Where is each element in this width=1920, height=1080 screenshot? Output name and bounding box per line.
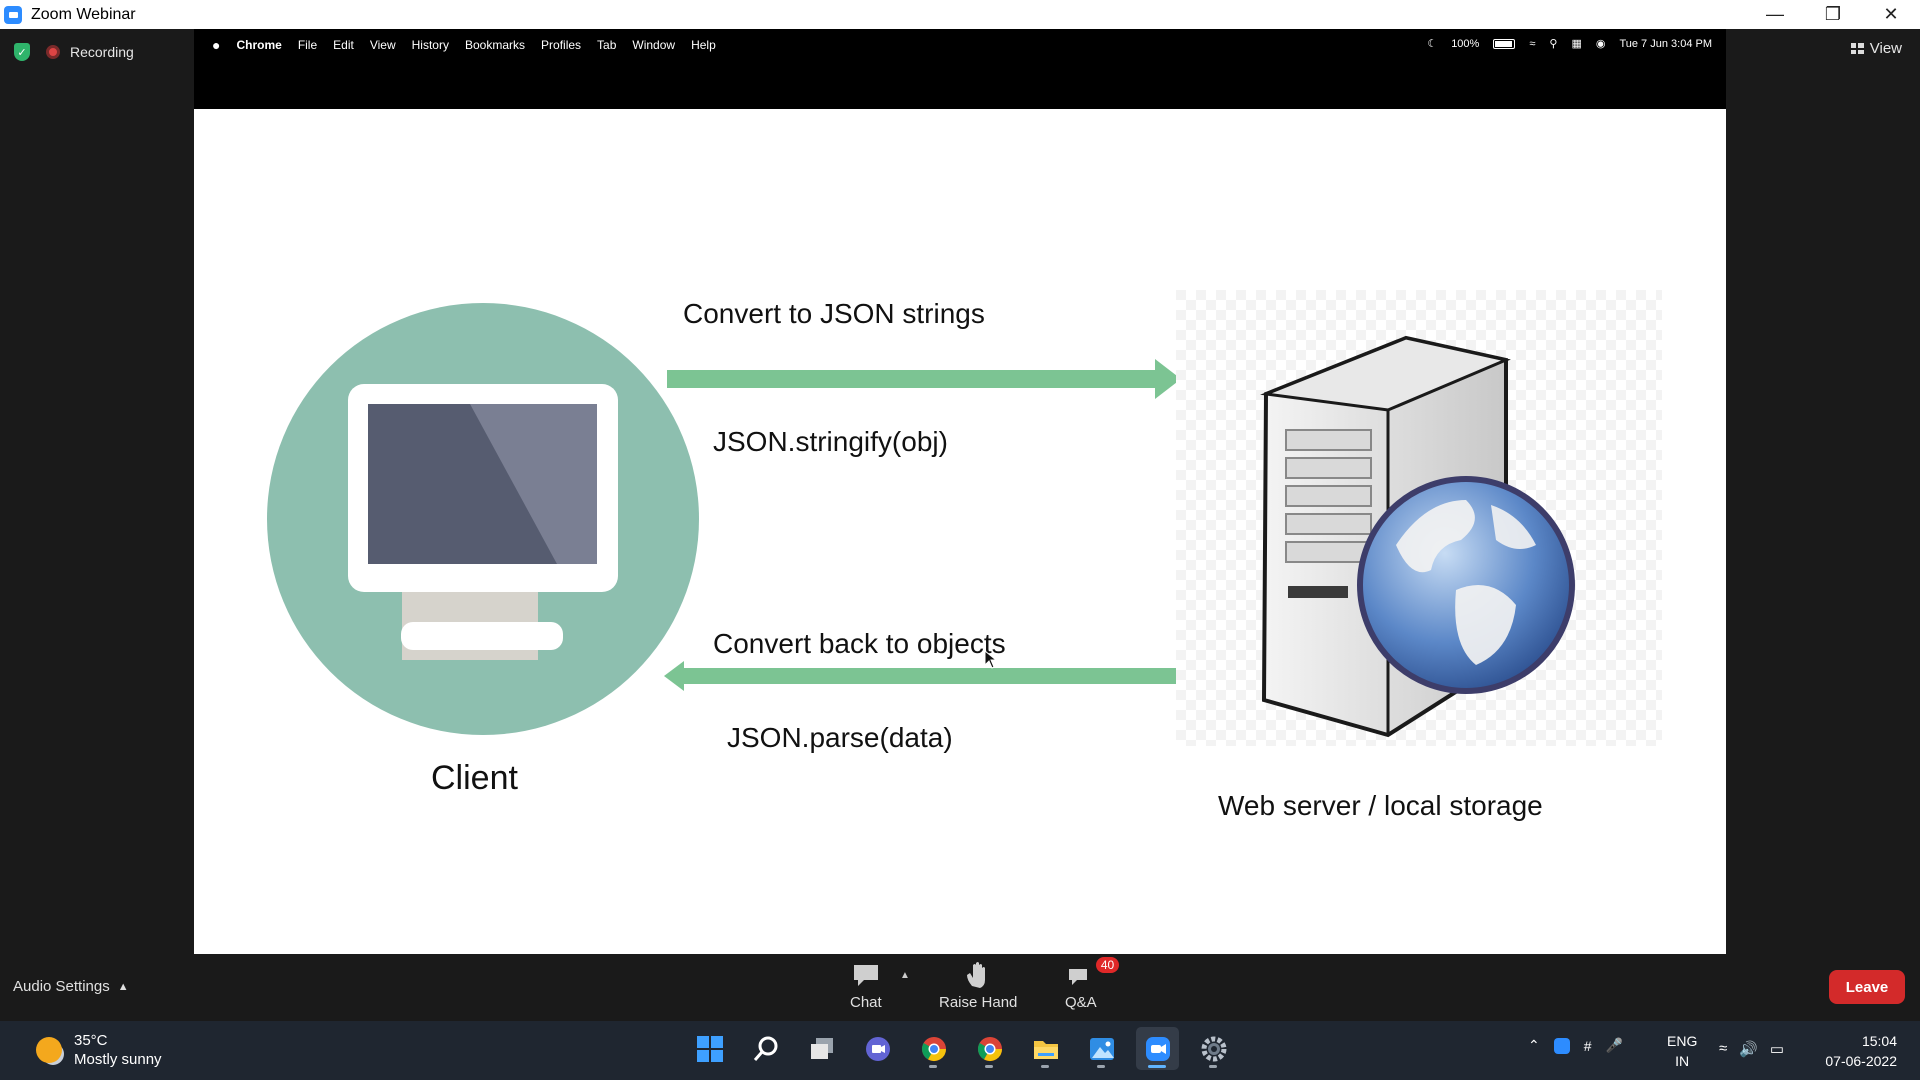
clock-date: 07-06-2022	[1825, 1053, 1897, 1069]
presentation-slide: Client Convert to JSON strings JSON.stri…	[194, 109, 1726, 954]
security-shield-icon[interactable]: ✓	[14, 43, 30, 61]
qa-button[interactable]: 40 Q&A	[1065, 957, 1120, 1011]
microphone-icon[interactable]: 🎤	[1606, 1037, 1623, 1054]
settings-icon[interactable]	[1192, 1027, 1235, 1070]
mac-menu-item: File	[297, 38, 318, 52]
start-icon[interactable]	[688, 1027, 731, 1070]
slack-tray-icon[interactable]: #	[1584, 1038, 1592, 1054]
to-server-code: JSON.stringify(obj)	[713, 426, 948, 457]
qa-label: Q&A	[1065, 994, 1097, 1011]
chevron-up-icon: ▲	[117, 980, 129, 993]
zoom-tray-icon[interactable]	[1553, 1037, 1570, 1054]
view-button[interactable]: View	[1850, 40, 1902, 57]
task-view-icon[interactable]	[800, 1027, 843, 1070]
teams-chat-icon[interactable]	[856, 1027, 899, 1070]
show-hidden-icons-chevron-icon[interactable]: ⌃	[1528, 1037, 1540, 1054]
chat-label: Chat	[850, 994, 882, 1011]
wifi-icon[interactable]: ≈	[1719, 1040, 1727, 1058]
volume-icon[interactable]: 🔊	[1739, 1040, 1758, 1058]
mac-menu-item: View	[369, 38, 396, 52]
weather-widget[interactable]: 35°C Mostly sunny	[36, 1031, 162, 1069]
photos-icon[interactable]	[1080, 1027, 1123, 1070]
mac-datetime: Tue 7 Jun 3:04 PM	[1619, 37, 1712, 50]
recording-dot-icon	[46, 45, 60, 59]
raise-hand-label: Raise Hand	[939, 994, 1018, 1011]
window-title: Zoom Webinar	[31, 5, 136, 23]
chat-bubble-icon	[851, 962, 881, 988]
zoom-icon[interactable]	[1136, 1027, 1179, 1070]
clock-time: 15:04	[1861, 1033, 1897, 1049]
chrome-profile-icon[interactable]	[968, 1027, 1011, 1070]
mac-menu-item: Chrome	[236, 38, 282, 52]
search-icon[interactable]	[744, 1027, 787, 1070]
mac-menu-item: Tab	[597, 38, 617, 52]
weather-temp: 35°C	[74, 1032, 108, 1049]
battery-tray-icon[interactable]: ▭	[1770, 1040, 1784, 1058]
audio-settings-label: Audio Settings	[13, 978, 110, 995]
mac-menu-item: Bookmarks	[464, 38, 526, 52]
leave-button[interactable]: Leave	[1829, 970, 1905, 1004]
mac-menu-item: Help	[691, 38, 716, 52]
mac-menu-item: History	[411, 38, 449, 52]
minimize-button[interactable]: —	[1746, 0, 1804, 29]
wifi-icon: ≈	[1529, 37, 1536, 50]
qa-count-badge: 40	[1095, 957, 1120, 973]
zoom-app-icon	[4, 5, 22, 24]
shared-screen: ● Chrome File Edit View History Bookmark…	[194, 29, 1726, 954]
mac-menu-item: Profiles	[541, 38, 582, 52]
restore-button[interactable]: ❐	[1804, 0, 1862, 29]
qa-icon: 40	[1066, 957, 1120, 988]
close-button[interactable]: ✕	[1862, 0, 1920, 29]
moon-icon: ☾	[1427, 38, 1438, 50]
language-indicator[interactable]: ENG IN	[1667, 1031, 1697, 1071]
to-server-caption: Convert to JSON strings	[683, 298, 985, 329]
language-region: IN	[1675, 1053, 1690, 1069]
spotlight-icon: ⚲	[1549, 38, 1558, 50]
mouse-cursor-icon	[985, 651, 997, 669]
apple-icon: ●	[212, 37, 221, 53]
weather-sun-icon	[36, 1037, 62, 1063]
client-computer-icon	[267, 303, 699, 735]
to-client-code: JSON.parse(data)	[727, 722, 953, 753]
audio-settings-button[interactable]: Audio Settings ▲	[13, 978, 129, 995]
chrome-icon[interactable]	[912, 1027, 955, 1070]
control-center-icon: ▦	[1571, 38, 1582, 50]
language-code: ENG	[1667, 1033, 1698, 1049]
mac-menu-item: Edit	[333, 38, 354, 52]
client-label: Client	[431, 759, 518, 797]
server-label: Web server / local storage	[1218, 790, 1543, 821]
mac-menu-item: Window	[632, 38, 676, 52]
hand-icon	[963, 962, 993, 988]
to-client-caption: Convert back to objects	[713, 628, 1006, 659]
mac-menu-bar: ● Chrome File Edit View History Bookmark…	[194, 29, 1726, 109]
file-explorer-icon[interactable]	[1024, 1027, 1067, 1070]
arrow-left-icon	[664, 661, 1176, 691]
chat-options-chevron-icon[interactable]: ▲	[900, 970, 910, 981]
recording-label: Recording	[70, 44, 134, 60]
window-title-bar: Zoom Webinar — ❐ ✕	[0, 0, 1920, 29]
siri-icon: ◉	[1595, 38, 1606, 50]
raise-hand-button[interactable]: Raise Hand	[939, 962, 1017, 1011]
battery-percent: 100%	[1451, 37, 1480, 50]
view-label: View	[1869, 40, 1902, 57]
recording-indicator: ✓ Recording	[14, 43, 134, 61]
weather-condition: Mostly sunny	[74, 1051, 162, 1068]
web-server-icon	[1176, 290, 1662, 746]
system-clock[interactable]: 15:04 07-06-2022	[1825, 1031, 1897, 1071]
arrow-right-icon	[667, 359, 1181, 399]
battery-icon	[1493, 38, 1516, 49]
grid-icon	[1850, 43, 1864, 54]
chat-button[interactable]: Chat	[850, 962, 882, 1011]
